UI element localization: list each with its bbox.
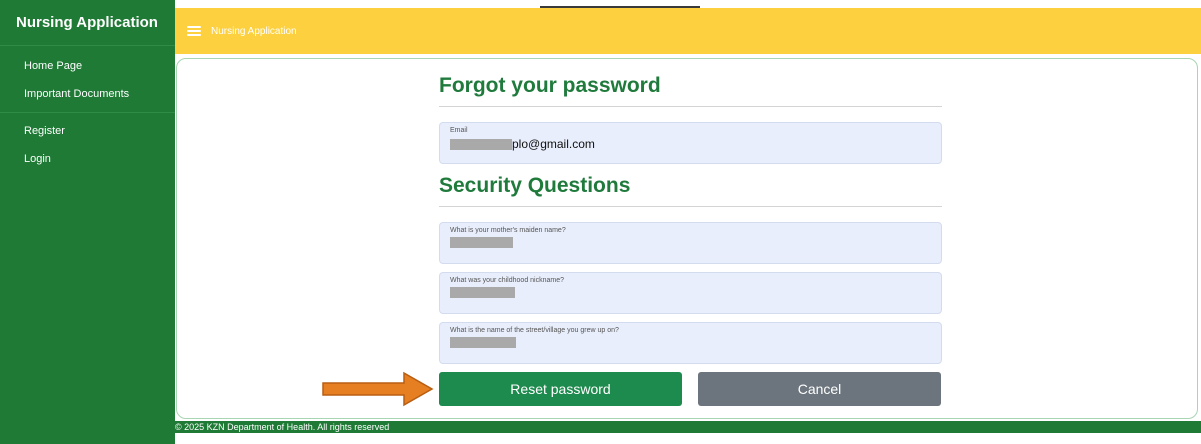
hamburger-icon[interactable] <box>187 26 201 36</box>
forgot-password-section: Forgot your password <box>439 74 942 107</box>
redacted-block <box>450 337 516 348</box>
mothers-maiden-name-field[interactable]: What is your mother's maiden name? <box>439 222 942 264</box>
arrow-right-icon <box>322 371 434 407</box>
sidebar: Nursing Application Home Page Important … <box>0 0 175 444</box>
field-label: What was your childhood nickname? <box>450 277 565 284</box>
sidebar-item-important-documents[interactable]: Important Documents <box>0 80 175 108</box>
redacted-block <box>450 237 513 248</box>
section-title: Security Questions <box>439 174 631 197</box>
divider <box>439 106 942 107</box>
field-label: What is the name of the street/village y… <box>450 327 619 334</box>
email-field[interactable]: Email plo@gmail.com <box>439 122 942 164</box>
childhood-nickname-field[interactable]: What was your childhood nickname? <box>439 272 942 314</box>
field-value[interactable] <box>450 337 931 348</box>
field-label: What is your mother's maiden name? <box>450 227 566 234</box>
page-title: Forgot your password <box>439 74 661 97</box>
app-title: Nursing Application <box>0 0 175 46</box>
sidebar-item-login[interactable]: Login <box>0 145 175 173</box>
sidebar-footer <box>0 433 175 444</box>
email-label: Email <box>450 127 468 134</box>
topbar: Nursing Application <box>175 8 1201 54</box>
field-value[interactable] <box>450 237 931 248</box>
main-content: Forgot your password Email plo@gmail.com… <box>176 58 1198 419</box>
street-village-field[interactable]: What is the name of the street/village y… <box>439 322 942 364</box>
redacted-block <box>450 138 512 150</box>
topbar-title: Nursing Application <box>211 25 297 37</box>
sidebar-item-home-page[interactable]: Home Page <box>0 52 175 80</box>
footer: © 2025 KZN Department of Health. All rig… <box>175 421 1201 433</box>
field-value[interactable] <box>450 287 931 298</box>
security-questions-section: Security Questions <box>439 174 942 207</box>
copyright-text: © 2025 KZN Department of Health. All rig… <box>175 422 390 432</box>
redacted-block <box>450 287 515 298</box>
cancel-button[interactable]: Cancel <box>698 372 941 406</box>
reset-password-button[interactable]: Reset password <box>439 372 682 406</box>
email-text: plo@gmail.com <box>512 137 595 151</box>
email-value[interactable]: plo@gmail.com <box>450 137 931 151</box>
nav-group-account: Register Login <box>0 112 175 177</box>
sidebar-item-register[interactable]: Register <box>0 117 175 145</box>
nav-group-main: Home Page Important Documents <box>0 46 175 112</box>
divider <box>439 206 942 207</box>
